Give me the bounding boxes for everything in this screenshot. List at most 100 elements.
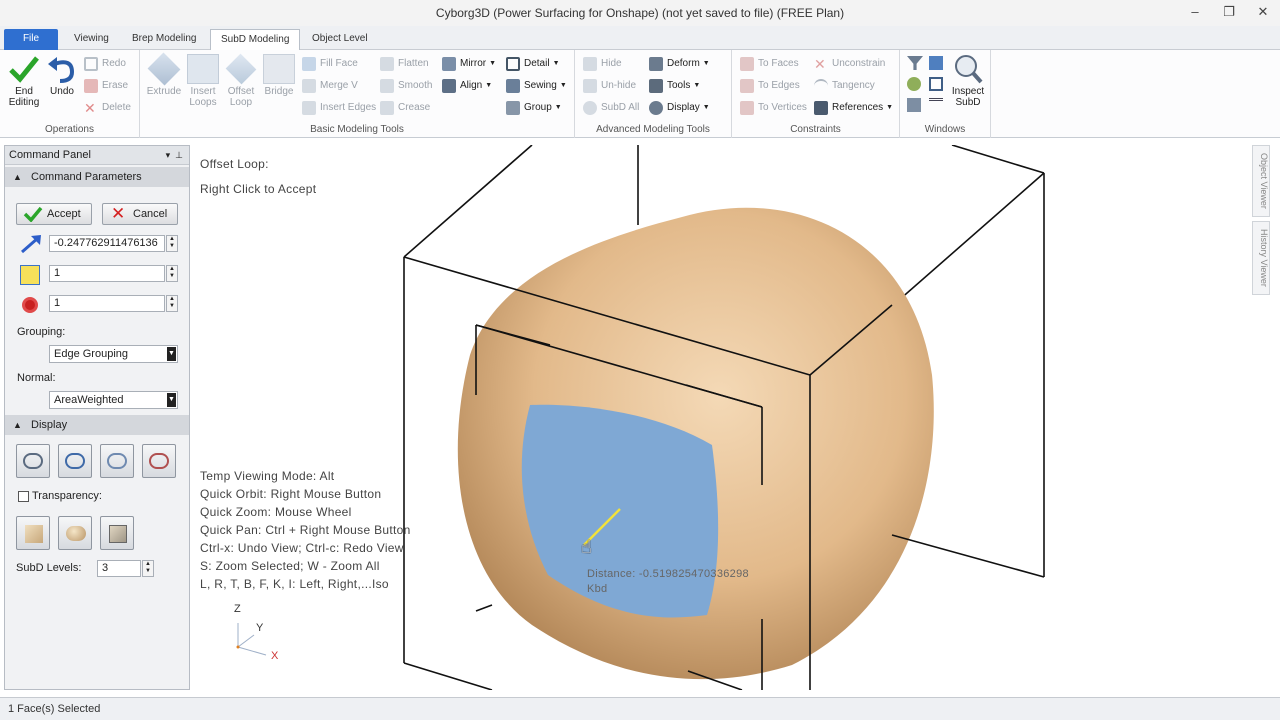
align-button[interactable]: Align ▼ (442, 77, 492, 95)
hide-icon (583, 57, 597, 71)
fill-face-button[interactable]: Fill Face (302, 55, 358, 73)
detail-button[interactable]: Detail ▼ (506, 55, 560, 73)
display-mode-4-button[interactable] (142, 444, 176, 478)
loops-stepper[interactable]: ▲ ▼ (166, 265, 178, 282)
tab-brep-modeling[interactable]: Brep Modeling (122, 29, 206, 50)
command-title: Offset Loop: (200, 157, 269, 171)
unhide-button[interactable]: Un-hide (583, 77, 636, 95)
shade-mesh-button[interactable] (100, 516, 134, 550)
shade-smooth-button[interactable] (58, 516, 92, 550)
tab-file[interactable]: File (4, 29, 58, 50)
tools-icon (649, 79, 663, 93)
smooth-button[interactable]: Smooth (380, 77, 432, 95)
sewing-button[interactable]: Sewing ▼ (506, 77, 567, 95)
crease-button[interactable]: Crease (380, 99, 430, 117)
count-field[interactable]: 1 (49, 295, 165, 312)
help-line: Quick Zoom: Mouse Wheel (200, 505, 352, 519)
side-tabs: Object Viewer History Viewer (1252, 145, 1272, 297)
unconstrain-button[interactable]: ✕ Unconstrain (814, 55, 885, 73)
hide-button[interactable]: Hide (583, 55, 622, 73)
chevron-down-icon: ▼ (559, 82, 567, 89)
tab-object-level[interactable]: Object Level (302, 29, 378, 50)
to-faces-button[interactable]: To Faces (740, 55, 799, 73)
section-display[interactable]: ▲ Display (5, 415, 189, 435)
delete-icon: ✕ (84, 100, 96, 116)
display-mode-1-button[interactable] (16, 444, 50, 478)
loops-field[interactable]: 1 (49, 265, 165, 282)
normal-select[interactable]: AreaWeighted ▼ (49, 391, 178, 409)
window-icon[interactable] (929, 56, 943, 70)
command-parameters-label: Command Parameters (31, 171, 142, 183)
help-line: Quick Pan: Ctrl + Right Mouse Button (200, 523, 411, 537)
close-icon[interactable]: ✕ (1246, 0, 1280, 26)
objects-icon[interactable] (907, 77, 921, 91)
tangency-icon (814, 79, 828, 93)
bridge-button[interactable]: Bridge (257, 54, 301, 97)
mirror-button[interactable]: Mirror ▼ (442, 55, 496, 73)
section-command-parameters[interactable]: ▲ Command Parameters (5, 167, 189, 187)
display-mode-3-button[interactable] (100, 444, 134, 478)
tab-viewing[interactable]: Viewing (64, 29, 119, 50)
mesh-box-icon (109, 525, 127, 543)
tools-label: Tools (667, 80, 691, 91)
tab-object-viewer[interactable]: Object Viewer (1252, 145, 1270, 217)
cancel-button[interactable]: ✕ Cancel (102, 203, 178, 225)
inspect-subd-button[interactable]: Inspect SubD (946, 54, 990, 108)
shade-box-button[interactable] (16, 516, 50, 550)
erase-button[interactable]: Erase (84, 77, 128, 95)
restore-icon[interactable]: ❐ (1212, 0, 1246, 26)
redo-button[interactable]: Redo (84, 55, 126, 73)
to-vertices-button[interactable]: To Vertices (740, 99, 807, 117)
smooth-icon (380, 79, 394, 93)
subd-all-button[interactable]: SubD All (583, 99, 639, 117)
undo-button[interactable]: Undo (40, 54, 84, 97)
insert-edges-button[interactable]: Insert Edges (302, 99, 376, 117)
tools-button[interactable]: Tools ▼ (649, 77, 700, 95)
unconstrain-label: Unconstrain (832, 58, 886, 69)
subd-levels-stepper[interactable]: ▲ ▼ (142, 560, 154, 577)
accept-button[interactable]: Accept (16, 203, 92, 225)
distance-readout: Distance: -0.519825470336298 (587, 568, 749, 580)
chart-icon[interactable] (929, 77, 943, 91)
tab-history-viewer[interactable]: History Viewer (1252, 221, 1270, 295)
delete-button[interactable]: ✕ Delete (84, 99, 131, 117)
filter-icon[interactable] (907, 56, 923, 70)
redo-icon (84, 57, 98, 71)
tangency-button[interactable]: Tangency (814, 77, 875, 95)
flatten-button[interactable]: Flatten (380, 55, 429, 73)
grouping-select[interactable]: Edge Grouping ▼ (49, 345, 178, 363)
tab-subd-modeling[interactable]: SubD Modeling (210, 29, 301, 51)
distance-field[interactable]: -0.247762911476136 (49, 235, 165, 252)
layers-icon[interactable] (907, 98, 921, 112)
display-button[interactable]: Display ▼ (649, 99, 710, 117)
references-button[interactable]: References ▼ (814, 99, 893, 117)
glasses-icon (107, 453, 127, 469)
insert-edges-label: Insert Edges (320, 102, 377, 113)
minimize-icon[interactable]: – (1178, 0, 1212, 26)
transparency-checkbox[interactable] (18, 491, 29, 502)
group-operations: End Editing Undo Redo Erase ✕ Delete Oper… (0, 50, 140, 138)
to-edges-button[interactable]: To Edges (740, 77, 800, 95)
redo-label: Redo (102, 58, 126, 69)
deform-icon (649, 57, 663, 71)
model-canvas[interactable] (192, 145, 1254, 690)
ribbon: End Editing Undo Redo Erase ✕ Delete Oper… (0, 50, 1280, 138)
pin-icon[interactable]: ▾ ⊥ (166, 146, 183, 165)
extrude-button[interactable]: Extrude (142, 52, 186, 97)
merge-v-icon (302, 79, 316, 93)
deform-button[interactable]: Deform ▼ (649, 55, 710, 73)
axis-origin (236, 645, 240, 649)
count-stepper[interactable]: ▲ ▼ (166, 295, 178, 312)
list-icon[interactable] (929, 98, 943, 112)
subd-levels-field[interactable]: 3 (97, 560, 141, 577)
command-panel: Command Panel ▾ ⊥ ▲ Command Parameters A… (4, 145, 190, 690)
delete-label: Delete (102, 102, 131, 113)
group-button[interactable]: Group ▼ (506, 99, 562, 117)
viewport-3d[interactable]: Offset Loop: Right Click to Accept Temp … (192, 145, 1254, 690)
display-mode-2-button[interactable] (58, 444, 92, 478)
distance-stepper[interactable]: ▲ ▼ (166, 235, 178, 252)
help-line: Temp Viewing Mode: Alt (200, 469, 335, 483)
chevron-up-icon: ▲ (13, 172, 22, 182)
merge-v-button[interactable]: Merge V (302, 77, 358, 95)
group-icon (506, 101, 520, 115)
